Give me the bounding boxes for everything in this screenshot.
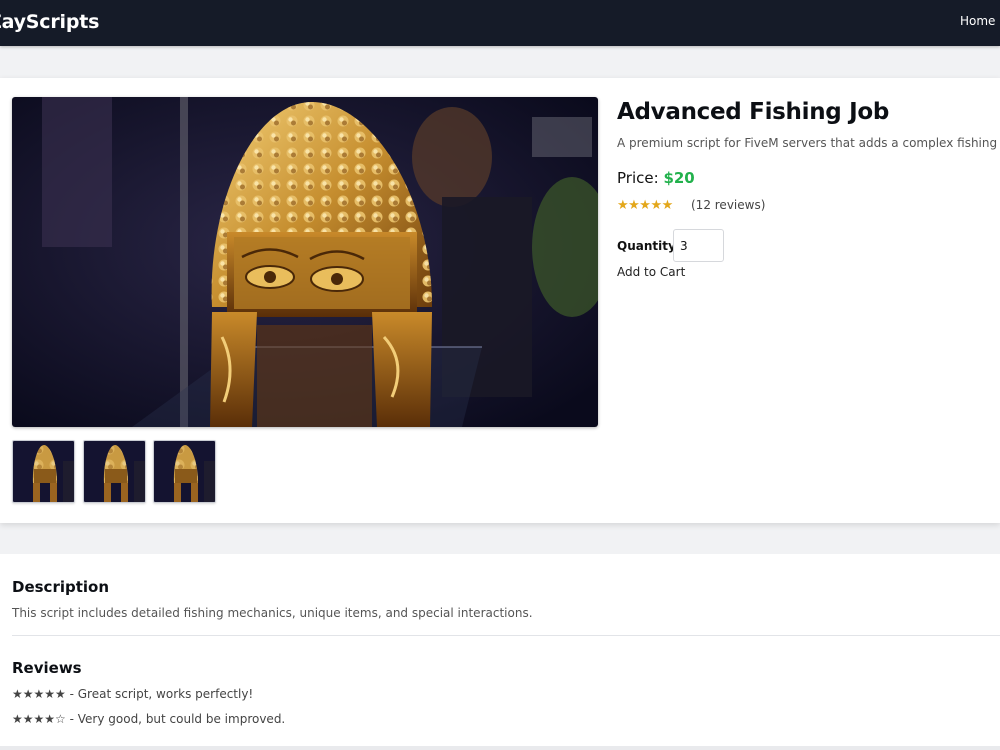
- review-stars: ★★★★★: [12, 687, 66, 701]
- review-stars: ★★★★☆: [12, 712, 66, 726]
- reviews-heading: Reviews: [12, 659, 82, 677]
- details-card: Description This script includes detaile…: [0, 554, 1000, 750]
- product-title: Advanced Fishing Job: [617, 99, 890, 125]
- navbar: ZayScripts Home: [0, 0, 1000, 46]
- description-heading: Description: [12, 578, 110, 596]
- review-count[interactable]: (12 reviews): [691, 198, 765, 212]
- review-item: ★★★★★ - Great script, works perfectly!: [12, 687, 253, 701]
- thumbnail-2[interactable]: [83, 440, 146, 503]
- price-row: Price: $20: [617, 169, 695, 187]
- quantity-input[interactable]: [673, 229, 724, 262]
- add-to-cart-button[interactable]: Add to Cart: [617, 265, 685, 279]
- review-text: - Very good, but could be improved.: [65, 712, 286, 726]
- price-label: Price:: [617, 169, 659, 187]
- description-text: This script includes detailed fishing me…: [12, 606, 533, 620]
- review-text: - Great script, works perfectly!: [65, 687, 254, 701]
- thumbnail-3[interactable]: [153, 440, 216, 503]
- review-item: ★★★★☆ - Very good, but could be improved…: [12, 712, 285, 726]
- product-card: Advanced Fishing Job A premium script fo…: [0, 78, 1000, 523]
- page-bottom-edge: [0, 746, 1000, 750]
- rating-stars: ★★★★★: [617, 198, 673, 213]
- section-divider: [12, 635, 1000, 636]
- product-main-image: [12, 97, 598, 427]
- nav-link-home[interactable]: Home: [960, 14, 995, 28]
- price-value: $20: [663, 169, 695, 187]
- product-short-description: A premium script for FiveM servers that …: [617, 136, 1000, 150]
- quantity-label: Quantity:: [617, 239, 681, 253]
- brand-logo[interactable]: ZayScripts: [0, 11, 99, 33]
- thumbnail-1[interactable]: [12, 440, 75, 503]
